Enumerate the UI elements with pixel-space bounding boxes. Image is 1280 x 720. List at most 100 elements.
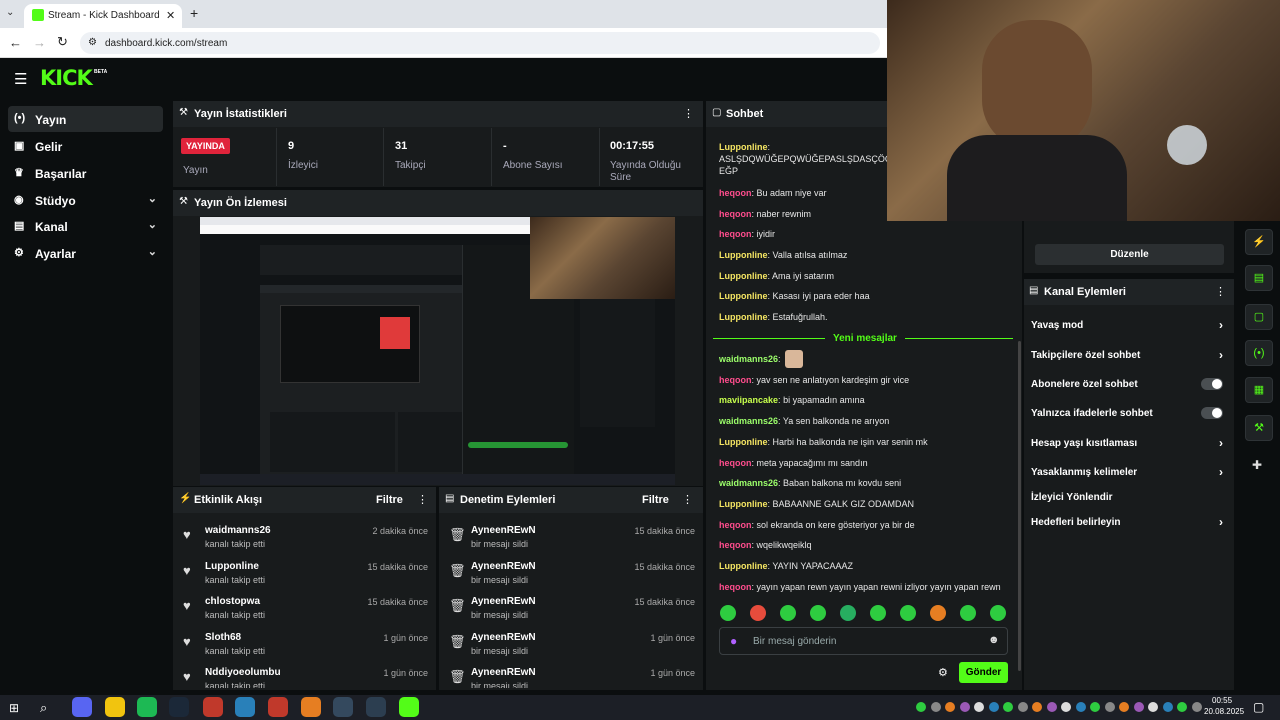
chat-username[interactable]: heqoon [719,375,752,385]
chat-message[interactable]: heqoon: wqelikwqeiklq [719,540,812,550]
video-app-icon[interactable] [203,697,223,717]
address-bar[interactable]: ⚙ dashboard.kick.com/stream [80,32,880,54]
chat-username[interactable]: Lupponline [719,250,768,260]
chat-message[interactable]: Lupponline: Harbi ha balkonda ne işin va… [719,437,928,447]
tray-icon[interactable] [1090,702,1100,712]
chat-username[interactable]: waidmanns26 [719,478,778,488]
moderation-filter-button[interactable]: Filtre [642,494,669,506]
chat-username[interactable]: Lupponline [719,271,768,281]
browser-tab[interactable]: Stream - Kick Dashboard ✕ [24,4,182,28]
windows-start-icon[interactable]: ⊞ [9,701,19,715]
emote-icon[interactable] [960,605,976,621]
sidebar-item-yayin[interactable]: (•) Yayın [8,106,163,132]
chrome-icon[interactable] [333,697,353,717]
tray-icon[interactable] [1162,702,1173,712]
username[interactable]: chlostopwa [205,596,260,607]
list-item[interactable]: ♥ Lupponline kanalı takip etti 15 dakika ön… [173,559,436,594]
emote-icon[interactable] [780,605,796,621]
quick-action-lightning-icon[interactable]: ⚡ [1245,229,1273,255]
microphone-icon[interactable]: ● [730,634,737,648]
channel-action-item[interactable]: Yasaklanmış kelimeler › [1031,462,1227,484]
chat-username[interactable]: heqoon [719,582,752,592]
channel-action-item[interactable]: Yalnızca ifadelerle sohbet [1031,403,1227,425]
tray-icon[interactable] [1119,702,1129,712]
emote-icon[interactable] [990,605,1006,621]
chat-username[interactable]: heqoon [719,520,752,530]
tray-icon[interactable] [1133,702,1144,712]
quick-action-notes-icon[interactable]: ▤ [1245,265,1273,291]
menu-icon[interactable]: ☰ [14,70,27,88]
notification-icon[interactable]: ▢ [1253,700,1264,714]
emote-icon[interactable] [810,605,826,621]
tray-icon[interactable] [959,702,970,712]
chat-message[interactable]: heqoon: Bu adam niye var [719,188,827,198]
chat-username[interactable]: heqoon [719,540,752,550]
chat-message[interactable]: Lupponline: ASLŞDQWÜĞEPQWÜĞEPASLŞDASÇÖCZ… [719,141,897,177]
channel-action-item[interactable]: İzleyici Yönlendir [1031,487,1227,509]
emote-icon[interactable] [840,605,856,621]
username[interactable]: AyneenREwN [471,525,536,536]
chat-message[interactable]: waidmanns26: Baban balkona mı kovdu seni [719,478,901,488]
more-icon[interactable]: ⋮ [1215,285,1226,298]
username[interactable]: waidmanns26 [205,525,271,536]
list-item[interactable]: 🗑 AyneenREwN bir mesajı sildi 15 dakika önc… [439,559,703,594]
channel-action-item[interactable]: Hedefleri belirleyin › [1031,512,1227,534]
chat-message[interactable]: heqoon: sol ekranda on kere gösteriyor y… [719,520,915,530]
list-item[interactable]: 🗑 AyneenREwN bir mesajı sildi 15 dakika önc… [439,594,703,629]
chat-username[interactable]: waidmanns26 [719,416,778,426]
chat-message[interactable]: heqoon: yayın yapan rewn yayın yapan rew… [719,582,1001,592]
chat-message[interactable]: heqoon: naber rewnim [719,209,811,219]
site-info-icon[interactable]: ⚙ [88,37,97,48]
emote-icon[interactable] [750,605,766,621]
username[interactable]: AyneenREwN [471,561,536,572]
chat-username[interactable]: Lupponline [719,437,768,447]
quick-action-wrench-icon[interactable]: ⚒ [1245,415,1273,441]
channel-action-item[interactable]: Yavaş mod › [1031,315,1227,337]
tray-icon[interactable] [945,702,955,712]
list-item[interactable]: 🗑 AyneenREwN bir mesajı sildi 1 gün önce [439,665,703,688]
obs-icon[interactable] [366,697,386,717]
tray-icon[interactable] [1191,702,1202,712]
more-icon[interactable]: ⋮ [682,493,693,506]
close-tab-icon[interactable]: ✕ [166,9,175,22]
tab-list-button[interactable]: ⌄ [6,7,20,21]
tray-icon[interactable] [916,702,926,712]
search-icon[interactable]: ⌕ [40,700,47,716]
sidebar-item-basarilar[interactable]: ♛ Başarılar [8,160,163,186]
username[interactable]: Nddiyoeolumbu [205,667,281,678]
username[interactable]: Lupponline [205,561,259,572]
tray-icon[interactable] [1061,702,1071,712]
toggle-switch[interactable] [1201,378,1223,390]
chat-username[interactable]: waidmanns26 [719,354,778,364]
tray-icon[interactable] [1075,702,1086,712]
tray-icon[interactable] [1046,702,1057,712]
chat-message[interactable]: Lupponline: Valla atılsa atılmaz [719,250,847,260]
channel-action-item[interactable]: Hesap yaşı kısıtlaması › [1031,433,1227,455]
discord-icon[interactable] [72,697,92,717]
chat-username[interactable]: heqoon [719,229,752,239]
emote-icon[interactable] [720,605,736,621]
sidebar-item-ayarlar[interactable]: ⚙ Ayarlar ⌄ [8,240,163,266]
quick-action-broadcast-icon[interactable]: (•) [1245,340,1273,366]
chat-settings-icon[interactable]: ⚙ [938,666,948,679]
quick-action-add-icon[interactable]: ✚ [1252,458,1262,472]
list-item[interactable]: 🗑 AyneenREwN bir mesajı sildi 15 dakika önc… [439,523,703,558]
chat-username[interactable]: heqoon [719,458,752,468]
tray-icon[interactable] [1017,702,1028,712]
chat-message[interactable]: Lupponline: Ama iyi satarım [719,271,834,281]
chat-message[interactable]: Lupponline: Kasası iyi para eder haa [719,291,870,301]
chat-username[interactable]: Lupponline [719,499,768,509]
send-button[interactable]: Gönder [959,662,1008,683]
kick-app-icon[interactable] [399,697,419,717]
emote-icon[interactable] [870,605,886,621]
chat-message[interactable]: heqoon: meta yapacağımı mı sandın [719,458,868,468]
tray-icon[interactable] [1104,702,1115,712]
tray-icon[interactable] [1032,702,1042,712]
quick-action-chat-icon[interactable]: ▢ [1245,304,1273,330]
tray-icon[interactable] [974,702,984,712]
chat-message[interactable]: heqoon: iyidir [719,229,775,239]
forward-icon[interactable]: → [33,35,46,50]
more-icon[interactable]: ⋮ [683,107,694,120]
edit-button[interactable]: Düzenle [1035,244,1224,265]
vscode-icon[interactable] [235,697,255,717]
